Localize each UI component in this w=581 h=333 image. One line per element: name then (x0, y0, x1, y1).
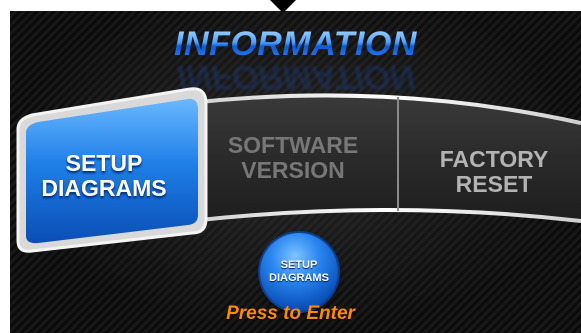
enter-button-label: SETUP DIAGRAMS (264, 259, 334, 284)
menu-item-factory-reset[interactable]: FACTORY RESET (414, 146, 574, 198)
menu-item-setup-diagrams-line1: SETUP (65, 150, 143, 176)
menu-item-factory-reset-line2: RESET (455, 171, 533, 198)
menu-item-factory-reset-line1: FACTORY (439, 146, 549, 172)
enter-button-label-line2: DIAGRAMS (269, 272, 329, 284)
enter-button[interactable]: SETUP DIAGRAMS (260, 233, 338, 311)
menu-item-software-version-line1: SOFTWARE (227, 132, 359, 158)
menu-item-software-version-line2: VERSION (241, 157, 345, 184)
press-to-enter-caption: Press to Enter (226, 303, 355, 324)
menu-item-setup-diagrams[interactable]: SETUP DIAGRAMS (24, 150, 184, 202)
information-screen: INFORMATION INFORMATION SETUP DIAGRAMS S… (10, 11, 581, 333)
enter-button-label-line1: SETUP (280, 259, 318, 272)
menu-item-setup-diagrams-line2: DIAGRAMS (41, 175, 167, 202)
menu-item-software-version[interactable]: SOFTWARE VERSION (208, 132, 378, 184)
